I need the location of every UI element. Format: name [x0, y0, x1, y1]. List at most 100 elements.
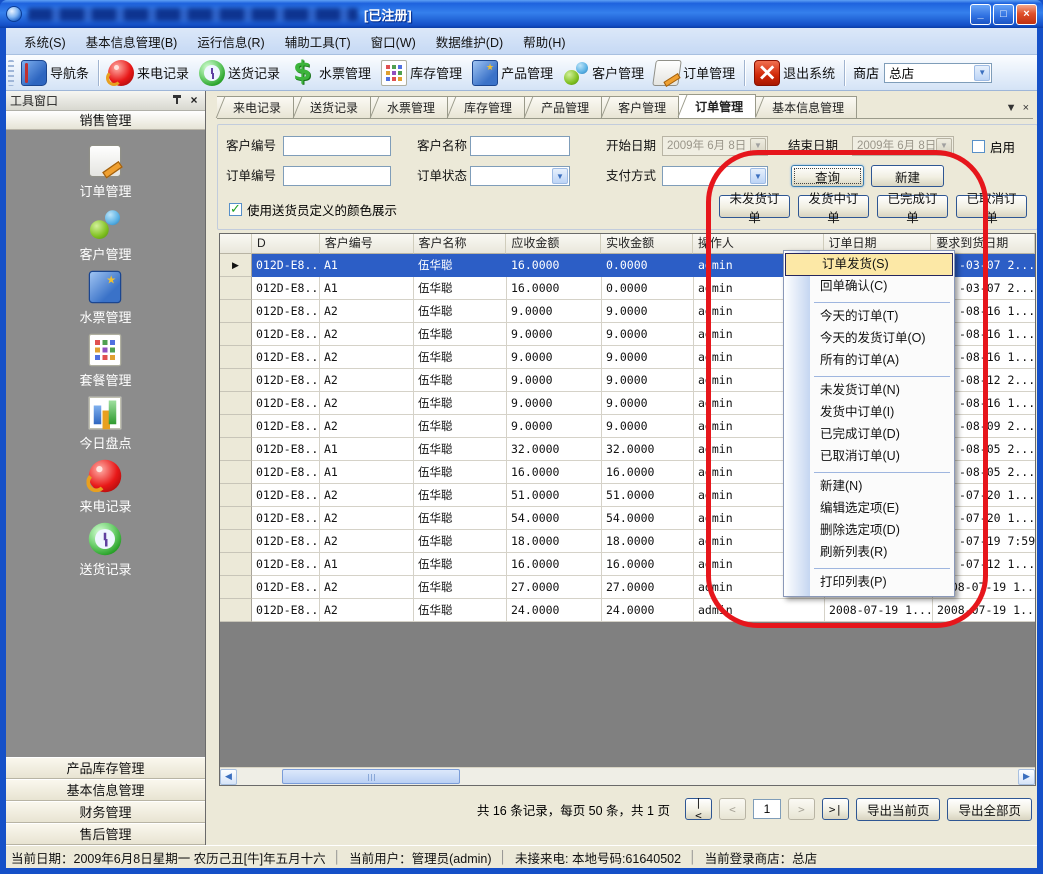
new-button[interactable]: 新建: [871, 165, 944, 187]
context-menu-item[interactable]: 新建(N): [784, 476, 954, 498]
tab-8[interactable]: 基本信息管理: [756, 96, 857, 118]
sidebar-section-bar-2[interactable]: 基本信息管理: [6, 779, 205, 801]
start-date-picker[interactable]: 2009年 6月 8日 ▼: [662, 136, 768, 156]
toolbar-button-9[interactable]: 退出系统: [749, 58, 840, 88]
customer-no-input[interactable]: [283, 136, 391, 156]
toolbar-button-4[interactable]: 水票管理: [285, 58, 376, 88]
driver-color-checkbox[interactable]: 使用送货员定义的颜色展示: [229, 199, 397, 219]
context-menu-item[interactable]: 所有的订单(A): [784, 350, 954, 372]
store-select[interactable]: 总店▼: [884, 63, 992, 83]
toolbar-button-6[interactable]: 产品管理: [467, 58, 558, 88]
tab-dropdown-icon[interactable]: ▼: [1006, 102, 1017, 114]
context-menu-item[interactable]: 订单发货(S): [785, 253, 953, 276]
status-filter-button-4[interactable]: 已取消订单: [956, 195, 1027, 218]
tab-7[interactable]: 订单管理: [679, 94, 756, 118]
context-menu-item[interactable]: 已取消订单(U): [784, 446, 954, 468]
tab-5[interactable]: 产品管理: [525, 96, 602, 118]
menu-item[interactable]: 辅助工具(T): [275, 32, 361, 51]
export-all-pages-button[interactable]: 导出全部页: [947, 798, 1032, 821]
grid-column-header[interactable]: D: [252, 234, 320, 254]
row-marker: [220, 415, 252, 438]
sidebar-item-4[interactable]: 套餐管理: [79, 337, 131, 389]
customer-no-label: 客户编号: [226, 136, 276, 156]
context-menu-item[interactable]: 今天的订单(T): [784, 306, 954, 328]
toolbar-button-2[interactable]: 来电记录: [103, 58, 194, 88]
first-page-button[interactable]: |<: [685, 798, 712, 820]
status-filter-button-2[interactable]: 发货中订单: [798, 195, 869, 218]
order-no-input[interactable]: [283, 166, 391, 186]
pay-method-select[interactable]: ▼: [662, 166, 768, 186]
prev-page-button[interactable]: <: [719, 798, 746, 820]
grid-column-header[interactable]: 应收金额: [506, 234, 601, 254]
tab-close-icon[interactable]: ×: [1023, 102, 1029, 114]
toolbar-button-7[interactable]: 客户管理: [558, 58, 649, 88]
menu-item[interactable]: 基本信息管理(B): [76, 32, 188, 51]
menu-item[interactable]: 窗口(W): [361, 32, 426, 51]
context-menu-item[interactable]: 回单确认(C): [784, 276, 954, 298]
toolbar-grip[interactable]: [8, 60, 14, 86]
tab-3[interactable]: 水票管理: [371, 96, 448, 118]
sidebar-item-3[interactable]: 水票管理: [79, 274, 131, 326]
tool-window-header: 工具窗口 ×: [6, 91, 205, 111]
toolbar-button-5[interactable]: 库存管理: [376, 58, 467, 88]
sidebar-section-bar-1[interactable]: 产品库存管理: [6, 757, 205, 779]
page-number-input[interactable]: 1: [753, 799, 781, 819]
export-current-page-button[interactable]: 导出当前页: [856, 798, 941, 821]
grid-column-header[interactable]: 实收金额: [601, 234, 693, 254]
context-menu-item[interactable]: 刷新列表(R): [784, 542, 954, 564]
toolbar-button-1[interactable]: 导航条: [16, 58, 94, 88]
tab-4[interactable]: 库存管理: [448, 96, 525, 118]
minimize-button[interactable]: _: [970, 4, 991, 25]
sidebar-item-5[interactable]: 今日盘点: [79, 400, 131, 452]
context-menu-item[interactable]: 今天的发货订单(O): [784, 328, 954, 350]
grid-column-header[interactable]: 客户名称: [414, 234, 507, 254]
title-bar[interactable]: [已注册] _ □ ×: [0, 0, 1043, 28]
context-menu-item[interactable]: 编辑选定项(E): [784, 498, 954, 520]
pin-icon[interactable]: [170, 94, 184, 108]
tab-1[interactable]: 来电记录: [217, 96, 294, 118]
sidebar-section-bar-4[interactable]: 售后管理: [6, 823, 205, 845]
sidebar-item-1[interactable]: 订单管理: [79, 148, 131, 200]
context-menu-item[interactable]: 发货中订单(I): [784, 402, 954, 424]
scrollbar-thumb[interactable]: [282, 769, 460, 784]
table-cell: 27.0000: [507, 576, 602, 599]
row-marker: [220, 323, 252, 346]
toolbar-button-label: 库存管理: [410, 63, 462, 82]
close-button[interactable]: ×: [1016, 4, 1037, 25]
customer-name-input[interactable]: [470, 136, 570, 156]
toolbar-button-3[interactable]: 送货记录: [194, 58, 285, 88]
context-menu-item[interactable]: 未发货订单(N): [784, 380, 954, 402]
menu-item[interactable]: 系统(S): [14, 32, 76, 51]
store-label: 商店: [853, 63, 879, 82]
context-menu-item[interactable]: 打印列表(P): [784, 572, 954, 594]
scroll-left-icon[interactable]: ◀: [220, 769, 237, 785]
sidebar-item-label: 套餐管理: [79, 370, 131, 389]
menu-item[interactable]: 帮助(H): [513, 32, 575, 51]
sidebar-item-7[interactable]: 送货记录: [79, 526, 131, 578]
close-icon[interactable]: ×: [187, 94, 201, 108]
order-status-select[interactable]: ▼: [470, 166, 570, 186]
menu-item[interactable]: 运行信息(R): [187, 32, 274, 51]
end-date-picker[interactable]: 2009年 6月 8日 ▼: [852, 136, 954, 156]
status-filter-button-1[interactable]: 未发货订单: [719, 195, 790, 218]
tab-2[interactable]: 送货记录: [294, 96, 371, 118]
sidebar-section-bar-3[interactable]: 财务管理: [6, 801, 205, 823]
grid-column-header[interactable]: 客户编号: [320, 234, 414, 254]
sidebar-item-2[interactable]: 客户管理: [79, 211, 131, 263]
table-row[interactable]: 012D-E8...A2伍华聪24.000024.0000admin2008-0…: [220, 599, 1035, 622]
status-filter-button-3[interactable]: 已完成订单: [877, 195, 948, 218]
last-page-button[interactable]: >|: [822, 798, 849, 820]
tab-6[interactable]: 客户管理: [602, 96, 679, 118]
query-button[interactable]: 查询: [791, 165, 864, 187]
menu-item[interactable]: 数据维护(D): [426, 32, 513, 51]
enable-checkbox[interactable]: 启用: [972, 136, 1015, 156]
context-menu-item[interactable]: 已完成订单(D): [784, 424, 954, 446]
next-page-button[interactable]: >: [788, 798, 815, 820]
maximize-button[interactable]: □: [993, 4, 1014, 25]
context-menu-item[interactable]: 删除选定项(D): [784, 520, 954, 542]
sidebar-item-6[interactable]: 来电记录: [79, 463, 131, 515]
scroll-right-icon[interactable]: ▶: [1018, 769, 1035, 785]
toolbar-button-8[interactable]: 订单管理: [649, 58, 740, 88]
horizontal-scrollbar[interactable]: ◀ ▶: [220, 767, 1035, 785]
table-cell: 9.0000: [507, 415, 602, 438]
